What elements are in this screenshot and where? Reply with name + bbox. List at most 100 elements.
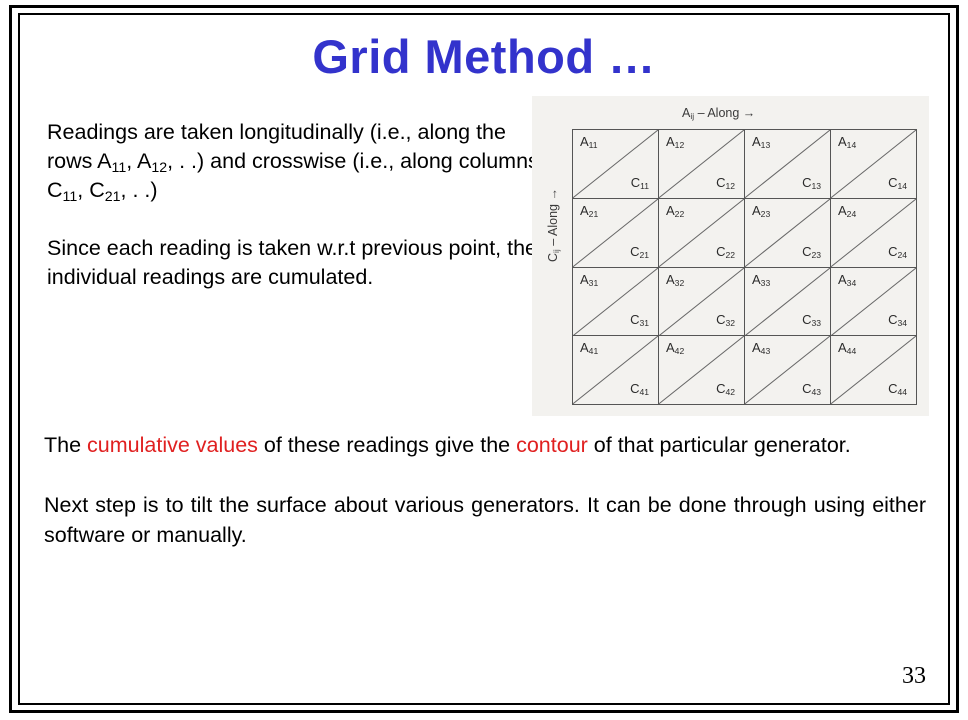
subscript: 12 xyxy=(151,159,168,176)
slide-content: Grid Method … Readings are taken longitu… xyxy=(24,18,944,700)
cell-label-a-subscript: 43 xyxy=(760,346,771,357)
grid-cell: A13 C13 xyxy=(745,130,831,199)
cell-label-a: A13 xyxy=(752,134,771,151)
grid-diagram-figure: Aij – Along → Cij – Along → A11 C11 A12 C12… xyxy=(532,96,929,416)
grid-diagram: A11 C11 A12 C12 A13 C13 A14 C14 A21 C21 A22 C22 A23 C… xyxy=(572,129,917,405)
cell-label-c: C44 xyxy=(888,381,907,398)
cell-label-a: A43 xyxy=(752,340,771,357)
paragraph-cumulative-values: The cumulative values of these readings … xyxy=(44,430,926,460)
cell-label-c: C12 xyxy=(716,174,735,191)
cell-label-a: A23 xyxy=(752,202,771,219)
cell-label-c-subscript: 42 xyxy=(725,387,735,398)
grid-cell: A44 C44 xyxy=(831,336,917,405)
left-text-block: Readings are taken longitudinally (i.e.,… xyxy=(47,118,547,292)
cell-label-a-subscript: 32 xyxy=(674,277,685,288)
grid-cell: A22 C22 xyxy=(659,198,745,268)
cell-label-c-subscript: 34 xyxy=(897,318,907,329)
cell-label-c: C11 xyxy=(630,174,649,191)
grid-cell: A31 C31 xyxy=(573,267,659,337)
cell-label-c-subscript: 11 xyxy=(640,180,649,191)
grid-cell: A43 C43 xyxy=(745,336,831,405)
cell-label-c: C32 xyxy=(716,312,735,329)
text-seg: The xyxy=(44,433,88,457)
cell-label-a: A24 xyxy=(838,202,857,219)
cell-label-a-subscript: 23 xyxy=(760,208,771,219)
grid-table: A11 C11 A12 C12 A13 C13 A14 C14 A21 C21 A22 C22 A23 C… xyxy=(572,129,917,405)
cell-label-a-subscript: 44 xyxy=(846,346,857,357)
cell-label-c: C22 xyxy=(716,243,735,260)
cell-label-c-subscript: 44 xyxy=(897,387,907,398)
cell-label-c-subscript: 14 xyxy=(897,180,907,191)
cell-label-c-subscript: 33 xyxy=(811,318,821,329)
cell-label-a: A21 xyxy=(580,202,599,219)
axis-label-vertical: Cij – Along → xyxy=(546,170,561,280)
cell-label-a: A11 xyxy=(580,134,598,151)
cell-label-c-subscript: 13 xyxy=(811,180,821,191)
cell-label-a-subscript: 24 xyxy=(846,208,857,219)
cell-label-c: C24 xyxy=(888,243,907,260)
cell-label-a-subscript: 31 xyxy=(588,277,599,288)
subscript: 11 xyxy=(111,159,127,176)
cell-label-a: A31 xyxy=(580,271,599,288)
cell-label-c-subscript: 12 xyxy=(725,180,735,191)
grid-cell: A11 C11 xyxy=(573,130,659,199)
cell-label-c: C23 xyxy=(802,243,821,260)
grid-cell: A41 C41 xyxy=(573,336,659,405)
axis-text: – Along → xyxy=(694,106,756,120)
grid-cell: A14 C14 xyxy=(831,130,917,199)
text-seg: , . .) xyxy=(120,178,158,202)
cell-label-a: A32 xyxy=(666,271,685,288)
cell-label-a-subscript: 42 xyxy=(674,346,685,357)
axis-text: – Along → xyxy=(546,188,560,250)
text-seg: of that particular generator. xyxy=(587,433,851,457)
slide-canvas: Grid Method … Readings are taken longitu… xyxy=(0,0,968,720)
bottom-text-block: The cumulative values of these readings … xyxy=(44,430,926,550)
cell-label-c: C41 xyxy=(630,381,649,398)
cell-label-a-subscript: 34 xyxy=(846,277,857,288)
paragraph-cumulated: Since each reading is taken w.r.t previo… xyxy=(47,236,538,289)
cell-label-c-subscript: 21 xyxy=(639,249,649,260)
cell-label-c-subscript: 23 xyxy=(811,249,821,260)
cell-label-c-subscript: 31 xyxy=(639,318,649,329)
subscript: 11 xyxy=(62,188,78,205)
grid-cell: A23 C23 xyxy=(745,198,831,268)
cell-label-a-subscript: 41 xyxy=(588,346,599,357)
cell-label-a-subscript: 33 xyxy=(760,277,771,288)
axis-label-horizontal: Aij – Along → xyxy=(682,106,755,120)
page-number: 33 xyxy=(902,663,926,689)
grid-cell: A32 C32 xyxy=(659,267,745,337)
cell-label-c-subscript: 41 xyxy=(639,387,649,398)
page-title: Grid Method … xyxy=(312,30,656,83)
grid-cell: A21 C21 xyxy=(573,198,659,268)
cell-label-c: C42 xyxy=(716,381,735,398)
grid-cell: A33 C33 xyxy=(745,267,831,337)
cell-label-a: A34 xyxy=(838,271,857,288)
cell-label-a: A12 xyxy=(666,134,685,151)
cell-label-a-subscript: 14 xyxy=(846,140,857,151)
axis-subscript: ij xyxy=(550,249,561,253)
cell-label-a: A41 xyxy=(580,340,599,357)
cell-label-c-subscript: 22 xyxy=(725,249,735,260)
cell-label-a: A42 xyxy=(666,340,685,357)
cell-label-a: A44 xyxy=(838,340,857,357)
cell-label-c: C43 xyxy=(802,381,821,398)
grid-cell: A34 C34 xyxy=(831,267,917,337)
grid-cell: A12 C12 xyxy=(659,130,745,199)
paragraph-readings: Readings are taken longitudinally (i.e.,… xyxy=(47,118,547,205)
cell-label-c: C31 xyxy=(630,312,649,329)
highlight-contour: contour xyxy=(516,433,588,457)
paragraph-next-step: Next step is to tilt the surface about v… xyxy=(44,493,926,547)
cell-label-c: C21 xyxy=(630,243,649,260)
grid-cell: A42 C42 xyxy=(659,336,745,405)
cell-label-a: A33 xyxy=(752,271,771,288)
grid-diagram-inner: Aij – Along → Cij – Along → A11 C11 A12 C12… xyxy=(532,96,929,416)
cell-label-c-subscript: 43 xyxy=(811,387,821,398)
cell-label-a-subscript: 12 xyxy=(674,140,685,151)
cell-label-c: C33 xyxy=(802,312,821,329)
cell-label-a: A14 xyxy=(838,134,857,151)
cell-label-c-subscript: 32 xyxy=(725,318,735,329)
cell-label-a-subscript: 21 xyxy=(588,208,599,219)
cell-label-c: C34 xyxy=(888,312,907,329)
cell-label-a-subscript: 13 xyxy=(760,140,771,151)
cell-label-a-subscript: 22 xyxy=(674,208,685,219)
